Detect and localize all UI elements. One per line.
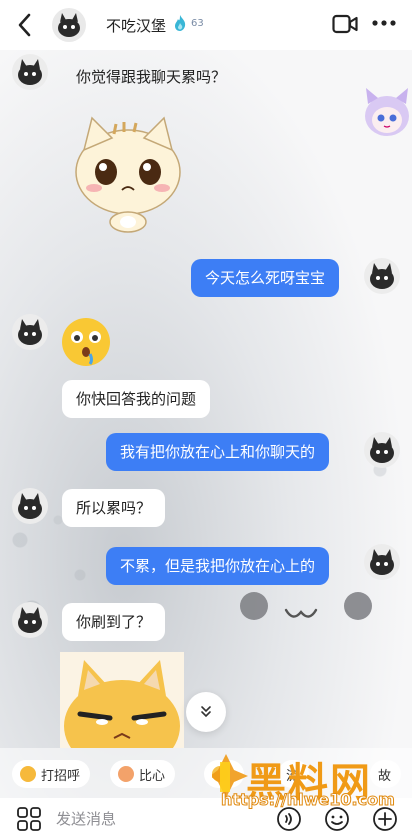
heart-hands-emoji-icon	[118, 766, 134, 782]
message-bubble[interactable]: 所以累吗？	[62, 489, 166, 527]
wave-emoji-icon	[20, 766, 36, 782]
watermark-url: https://hlwe10.com	[221, 790, 396, 810]
my-message-avatar[interactable]	[364, 544, 400, 580]
background-face-mouth	[284, 608, 318, 618]
add-attachment-icon[interactable]	[372, 806, 398, 832]
contact-avatar[interactable]	[52, 8, 86, 42]
contact-message-avatar[interactable]	[12, 314, 48, 350]
scroll-to-bottom-button[interactable]	[186, 692, 226, 732]
message-bubble[interactable]: 我有把你放在心上和你聊天的	[106, 433, 330, 471]
my-message-avatar[interactable]	[364, 258, 400, 294]
message-bubble[interactable]: 今天怎么死呀宝宝	[191, 259, 340, 297]
chip-label: 打招呼	[41, 768, 81, 784]
flame-icon	[175, 15, 186, 31]
message-bubble[interactable]: 你快回答我的问题	[62, 380, 211, 418]
crying-cat-sticker[interactable]	[64, 110, 192, 234]
background-face-eye	[344, 592, 372, 620]
emoji-picker-icon[interactable]	[324, 806, 350, 832]
more-options-icon[interactable]	[372, 19, 396, 27]
quick-reply-chip[interactable]: 比心	[110, 760, 176, 788]
chip-label: 比心	[139, 768, 166, 784]
message-bubble[interactable]: 你觉得跟我聊天累吗？	[62, 58, 240, 96]
my-message-avatar[interactable]	[364, 432, 400, 468]
anime-character-decoration	[365, 88, 409, 136]
chat-header: 不吃汉堡 63	[0, 0, 412, 50]
back-icon[interactable]	[14, 12, 36, 38]
contact-message-avatar[interactable]	[12, 54, 48, 90]
double-chevron-down-icon	[201, 706, 211, 718]
voice-input-icon[interactable]	[276, 806, 302, 832]
contact-message-avatar[interactable]	[12, 488, 48, 524]
message-bubble[interactable]: 不累，但是我把你放在心上的	[106, 547, 330, 585]
background-face-eye	[240, 592, 268, 620]
message-bubble[interactable]: 你刷到了？	[62, 603, 166, 641]
quick-reply-chip[interactable]: 打招呼	[12, 760, 91, 788]
contact-message-avatar[interactable]	[12, 602, 48, 638]
contact-name[interactable]: 不吃汉堡	[106, 15, 166, 36]
smirking-cat-sticker[interactable]	[60, 652, 184, 748]
flame-count: 63	[191, 18, 204, 29]
video-call-icon[interactable]	[332, 14, 358, 34]
shocked-emoji-sticker[interactable]	[60, 316, 112, 368]
apps-grid-icon[interactable]	[16, 806, 42, 832]
